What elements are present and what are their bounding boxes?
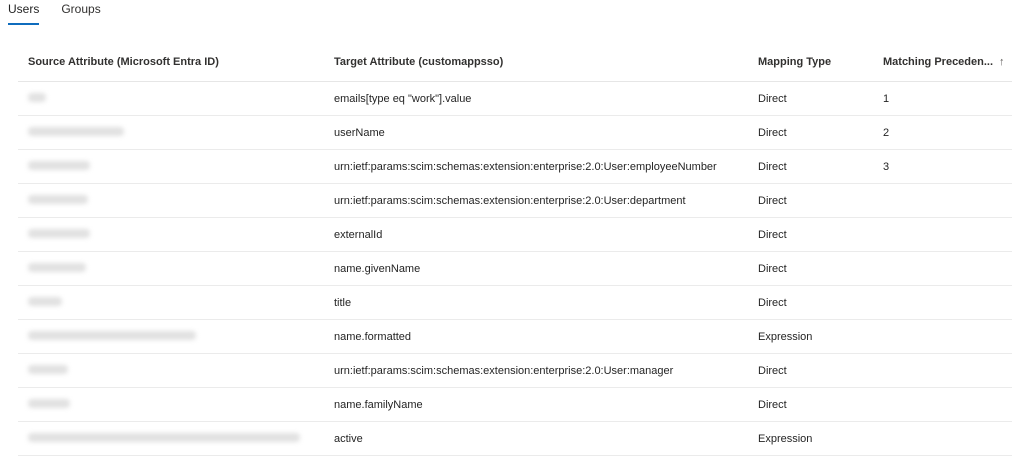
table-row[interactable]: externalId Direct [18, 218, 1012, 252]
mapping-type-cell: Direct [758, 364, 787, 377]
target-attribute-cell: name.familyName [334, 398, 423, 411]
redacted-source-attribute [28, 92, 46, 102]
matching-precedence-cell: 2 [883, 126, 890, 139]
column-header-target-attribute[interactable]: Target Attribute (customappsso) [330, 56, 746, 68]
redacted-source-attribute [28, 126, 124, 136]
source-attribute-cell [18, 330, 330, 343]
target-attribute-cell: emails[type eq "work"].value [334, 92, 472, 105]
redacted-source-attribute [28, 398, 70, 408]
source-attribute-cell [18, 228, 330, 241]
attribute-mapping-table: Source Attribute (Microsoft Entra ID) Ta… [18, 43, 1012, 456]
mapping-type-cell: Direct [758, 262, 787, 275]
source-attribute-cell [18, 432, 330, 445]
table-row[interactable]: title Direct [18, 286, 1012, 320]
table-body: emails[type eq "work"].value Direct 1 userN… [18, 82, 1012, 456]
table-row[interactable]: name.givenName Direct [18, 252, 1012, 286]
source-attribute-cell [18, 194, 330, 207]
mapping-type-cell: Expression [758, 432, 813, 445]
redacted-source-attribute [28, 160, 90, 170]
column-header-matching-precedence[interactable]: Matching Preceden... ↑ [872, 56, 1012, 68]
source-attribute-cell [18, 398, 330, 411]
mapping-type-cell: Direct [758, 126, 787, 139]
column-header-mapping-type[interactable]: Mapping Type [746, 56, 872, 68]
table-row[interactable]: userName Direct 2 [18, 116, 1012, 150]
table-row[interactable]: urn:ietf:params:scim:schemas:extension:e… [18, 184, 1012, 218]
mapping-type-cell: Direct [758, 92, 787, 105]
mapping-type-cell: Direct [758, 296, 787, 309]
table-row[interactable]: name.formatted Expression [18, 320, 1012, 354]
target-attribute-cell: name.givenName [334, 262, 421, 275]
mapping-type-cell: Direct [758, 228, 787, 241]
redacted-source-attribute [28, 432, 300, 442]
source-attribute-cell [18, 126, 330, 139]
mapping-type-cell: Direct [758, 398, 787, 411]
sort-ascending-icon[interactable]: ↑ [999, 56, 1005, 68]
target-attribute-cell: urn:ietf:params:scim:schemas:extension:e… [334, 364, 674, 377]
redacted-source-attribute [28, 228, 90, 238]
source-attribute-cell [18, 92, 330, 105]
target-attribute-cell: userName [334, 126, 385, 139]
source-attribute-cell [18, 160, 330, 173]
source-attribute-cell [18, 262, 330, 275]
target-attribute-cell: urn:ietf:params:scim:schemas:extension:e… [334, 160, 717, 173]
column-header-matching-precedence-label: Matching Preceden... [883, 56, 994, 68]
redacted-source-attribute [28, 262, 86, 272]
target-attribute-cell: title [334, 296, 352, 309]
target-attribute-cell: active [334, 432, 363, 445]
column-header-source-attribute[interactable]: Source Attribute (Microsoft Entra ID) [18, 56, 330, 68]
table-row[interactable]: name.familyName Direct [18, 388, 1012, 422]
target-attribute-cell: urn:ietf:params:scim:schemas:extension:e… [334, 194, 686, 207]
tab-users[interactable]: Users [8, 0, 40, 26]
table-row[interactable]: emails[type eq "work"].value Direct 1 [18, 82, 1012, 116]
redacted-source-attribute [28, 194, 88, 204]
redacted-source-attribute [28, 330, 196, 340]
table-row[interactable]: urn:ietf:params:scim:schemas:extension:e… [18, 150, 1012, 184]
mapping-type-cell: Direct [758, 194, 787, 207]
tab-bar: Users Groups [8, 0, 123, 28]
target-attribute-cell: name.formatted [334, 330, 412, 343]
table-row[interactable]: active Expression [18, 422, 1012, 456]
mapping-type-cell: Expression [758, 330, 813, 343]
target-attribute-cell: externalId [334, 228, 383, 241]
source-attribute-cell [18, 296, 330, 309]
source-attribute-cell [18, 364, 330, 377]
table-header: Source Attribute (Microsoft Entra ID) Ta… [18, 43, 1012, 82]
tab-groups[interactable]: Groups [61, 0, 100, 26]
table-row[interactable]: urn:ietf:params:scim:schemas:extension:e… [18, 354, 1012, 388]
redacted-source-attribute [28, 296, 62, 306]
mapping-type-cell: Direct [758, 160, 787, 173]
matching-precedence-cell: 1 [883, 92, 890, 105]
redacted-source-attribute [28, 364, 68, 374]
matching-precedence-cell: 3 [883, 160, 890, 173]
